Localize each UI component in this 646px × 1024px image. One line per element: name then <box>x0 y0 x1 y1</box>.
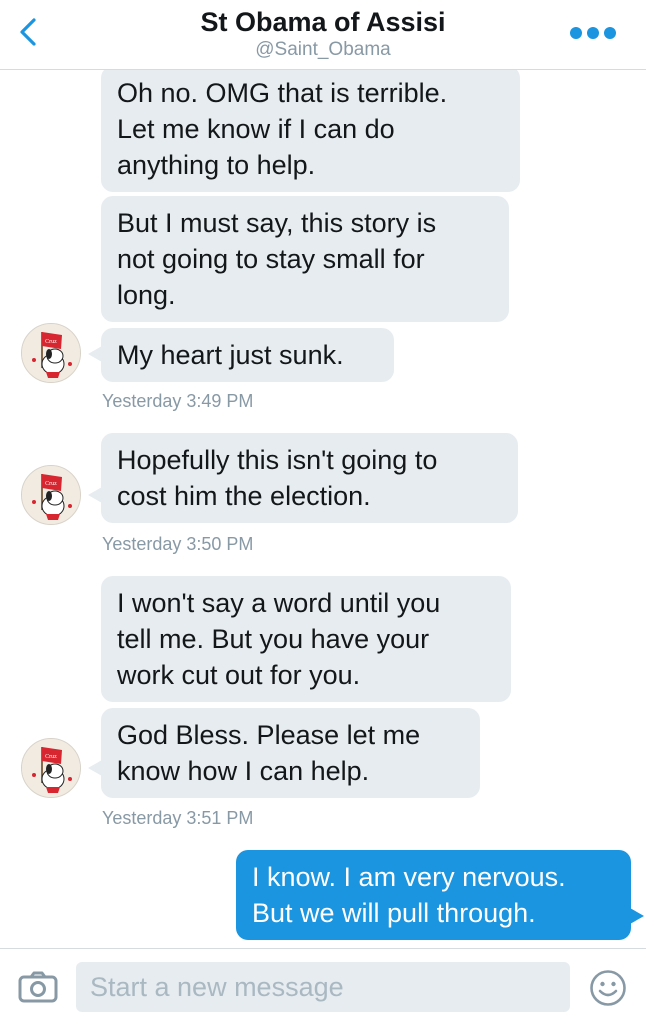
timestamp: Yesterday 3:50 PM <box>102 534 254 554</box>
timestamp: Yesterday 3:51 PM <box>102 808 254 828</box>
timestamp: Yesterday 3:49 PM <box>102 391 254 411</box>
bubble-tail <box>88 760 102 776</box>
svg-text:Cruz: Cruz <box>45 754 57 760</box>
dot <box>604 27 616 39</box>
svg-text:Cruz: Cruz <box>45 339 57 345</box>
message-bubble-incoming[interactable]: But I must say, this story is not going … <box>101 196 509 322</box>
dot <box>587 27 599 39</box>
avatar-snoopy-icon: Cruz <box>22 466 80 524</box>
message-bubble-incoming[interactable]: God Bless. Please let me know how I can … <box>101 708 480 798</box>
bubble-tail <box>630 908 644 924</box>
bubble-tail <box>88 346 102 362</box>
conversation-header: St Obama of Assisi @Saint_Obama <box>0 0 646 70</box>
conversation-title-block: St Obama of Assisi @Saint_Obama <box>0 6 646 62</box>
avatar-snoopy-icon: Cruz <box>22 324 80 382</box>
message-thread[interactable]: Oh no. OMG that is terrible. Let me know… <box>0 70 646 950</box>
camera-icon <box>18 971 58 1003</box>
message-bubble-outgoing[interactable]: I know. I am very nervous. But we will p… <box>236 850 631 940</box>
avatar-snoopy-icon: Cruz <box>22 739 80 797</box>
bubble-tail <box>88 487 102 503</box>
avatar[interactable]: Cruz <box>21 738 81 798</box>
more-dots-icon[interactable] <box>570 27 616 39</box>
message-composer <box>0 948 646 1024</box>
new-message-input[interactable] <box>76 962 570 1012</box>
svg-text:Cruz: Cruz <box>45 481 57 487</box>
message-bubble-incoming[interactable]: I won't say a word until you tell me. Bu… <box>101 576 511 702</box>
avatar[interactable]: Cruz <box>21 465 81 525</box>
camera-button[interactable] <box>18 971 58 1003</box>
conversation-title: St Obama of Assisi <box>200 7 446 37</box>
emoji-button[interactable] <box>589 969 627 1007</box>
message-bubble-incoming[interactable]: Oh no. OMG that is terrible. Let me know… <box>101 70 520 192</box>
conversation-handle: @Saint_Obama <box>255 39 391 60</box>
emoji-smile-icon <box>590 970 626 1006</box>
message-bubble-incoming[interactable]: Hopefully this isn't going to cost him t… <box>101 433 518 523</box>
dot <box>570 27 582 39</box>
message-bubble-incoming[interactable]: My heart just sunk. <box>101 328 394 382</box>
avatar[interactable]: Cruz <box>21 323 81 383</box>
